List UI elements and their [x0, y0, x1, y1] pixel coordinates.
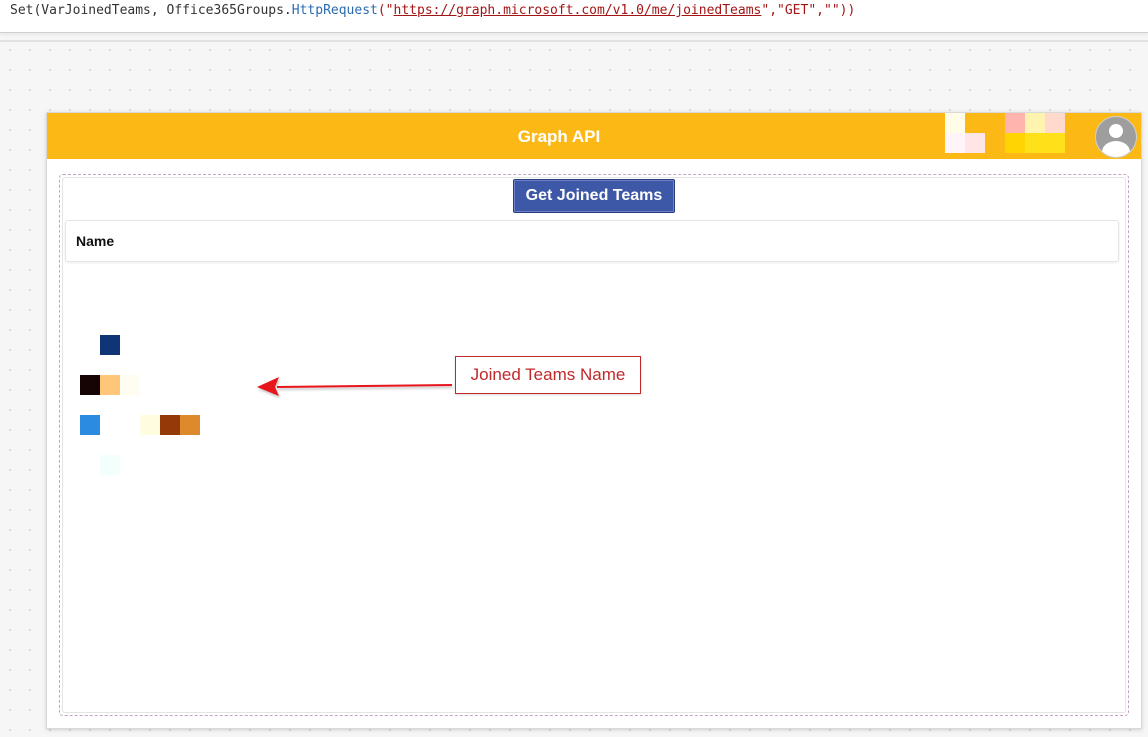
team-row[interactable] — [80, 375, 240, 395]
redacted-name-block — [100, 375, 120, 395]
formula-function: HttpRequest — [291, 3, 378, 18]
formula-divider — [0, 40, 1148, 42]
logo-pixel — [1005, 133, 1025, 153]
redacted-name-block — [80, 415, 100, 435]
header-bar: Graph API — [47, 113, 1141, 159]
team-row[interactable] — [80, 415, 240, 435]
redacted-name-block — [100, 455, 120, 475]
teams-gallery[interactable]: Get Joined Teams Name Joined Teams Name — [59, 174, 1129, 716]
formula-open: (" — [377, 3, 394, 18]
redacted-name-block — [120, 375, 140, 395]
avatar-body — [1102, 141, 1130, 157]
redacted-name-block — [160, 415, 180, 435]
redacted-name-block — [100, 335, 120, 355]
user-avatar[interactable] — [1095, 116, 1137, 158]
table-header: Name — [65, 220, 1119, 262]
joined-teams-name-callout: Joined Teams Name — [455, 356, 641, 394]
logo-pixel — [965, 133, 985, 153]
column-header-name: Name — [76, 233, 115, 249]
avatar-head — [1109, 124, 1123, 138]
logo-pixel — [1005, 113, 1025, 133]
app-screen: Graph API Get Joined Teams Name Joined T… — [46, 112, 1142, 729]
logo-pixel — [945, 133, 965, 153]
redacted-name-block — [180, 415, 200, 435]
team-row[interactable] — [80, 455, 240, 475]
logo-pixel — [945, 113, 965, 133]
get-joined-teams-button[interactable]: Get Joined Teams — [513, 179, 675, 213]
redacted-name-block — [140, 415, 160, 435]
formula-bar[interactable]: Set(VarJoinedTeams, Office365Groups.Http… — [0, 0, 1148, 33]
logo-pixel — [1025, 113, 1045, 133]
callout-arrow — [257, 377, 452, 396]
redacted-name-block — [80, 375, 100, 395]
logo-pixel — [1025, 133, 1065, 153]
header-title: Graph API — [517, 127, 601, 146]
team-row[interactable] — [80, 335, 240, 355]
formula-rest: ","GET","")) — [761, 3, 856, 18]
formula-text[interactable]: Set(VarJoinedTeams, Office365Groups.Http… — [10, 3, 855, 18]
formula-prefix: Set(VarJoinedTeams, Office365Groups. — [10, 3, 292, 18]
formula-url: https://graph.microsoft.com/v1.0/me/join… — [393, 3, 762, 18]
logo-pixel — [1045, 113, 1065, 133]
